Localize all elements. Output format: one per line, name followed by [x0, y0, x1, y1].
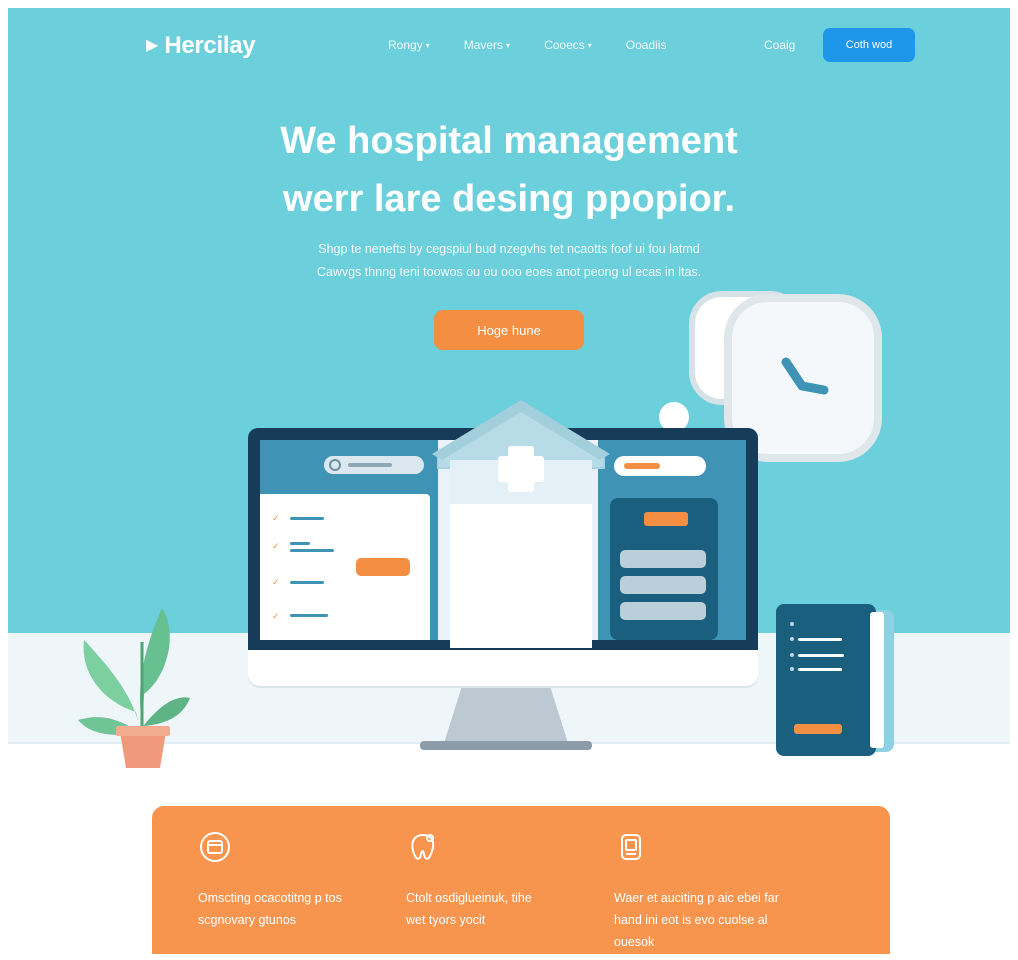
headline-line-2: werr lare desing ppopior.	[283, 178, 735, 220]
nav-item-cooecs[interactable]: Cooecs ▾	[544, 38, 592, 52]
monitor-stand-neck	[444, 688, 568, 743]
tooth-icon	[411, 834, 435, 860]
screen-orange-button	[356, 558, 410, 576]
nav-item-ooadiis[interactable]: Ooadiis	[626, 38, 667, 52]
clipboard-icon	[621, 834, 641, 860]
nav-item-label: Cooecs	[544, 38, 585, 52]
chevron-down-icon: ▾	[425, 40, 430, 50]
subtext-line-2: Cawvgs thnng teni toowos ou ou ooo eoes …	[316, 265, 702, 279]
nav-item-mavers[interactable]: Mavers ▾	[464, 38, 510, 52]
main-nav: Rongy ▾ Mavers ▾ Cooecs ▾ Ooadiis	[388, 38, 666, 52]
search-icon	[329, 459, 341, 471]
nav-item-rongy[interactable]: Rongy ▾	[388, 38, 430, 52]
monitor-stand-base	[420, 741, 592, 750]
feature-text: Omscting ocacotitng p tos scgnovary gtun…	[198, 891, 342, 927]
nav-item-label: Mavers	[463, 38, 504, 52]
hero-subtext: Shgp te nenefts by cegspiul bud nzegvhs …	[8, 238, 1010, 284]
check-icon: ✓	[272, 577, 280, 587]
features-band: Omscting ocacotitng p tos scgnovary gtun…	[152, 806, 890, 954]
screen-left-panel: ✓ ✓ ✓ ✓	[260, 440, 438, 640]
login-link[interactable]: Coaig	[764, 38, 795, 52]
tablet-device-icon	[776, 604, 894, 756]
page-frame: ▶ Hercilay Rongy ▾ Mavers ▾ Cooecs ▾ Ooa…	[8, 8, 1010, 954]
feature-text: Waer et auciting p aic ebei far hand ini…	[614, 891, 779, 949]
nav-item-label: Rongy	[388, 38, 423, 52]
feature-card: Ctolt osdiglueinuk, tihe wet tyors yocit	[406, 830, 606, 931]
chevron-down-icon: ▾	[587, 40, 592, 50]
header-cta-button[interactable]: Coth wod	[823, 28, 915, 62]
potted-plant-icon	[78, 608, 190, 768]
check-icon: ✓	[272, 611, 280, 621]
brand-name: Hercilay	[164, 32, 256, 59]
play-arrow-icon: ▶	[146, 37, 159, 54]
nav-item-label: Ooadiis	[625, 38, 667, 52]
hospital-building-icon	[432, 400, 610, 648]
status-pill	[614, 456, 706, 476]
monitor-chin	[248, 650, 758, 686]
headline-line-1: We hospital management	[280, 120, 738, 162]
checklist-sheet: ✓ ✓ ✓ ✓	[260, 494, 430, 640]
brand-logo[interactable]: ▶ Hercilay	[146, 32, 256, 60]
feature-text: Ctolt osdiglueinuk, tihe wet tyors yocit	[406, 891, 532, 927]
feature-card: Waer et auciting p aic ebei far hand ini…	[614, 830, 844, 953]
menu-card	[610, 498, 718, 640]
hero-headline: We hospital management werr lare desing …	[8, 112, 1010, 228]
check-icon: ✓	[272, 513, 280, 523]
feature-card: Omscting ocacotitng p tos scgnovary gtun…	[198, 830, 398, 931]
hero-cta-button[interactable]: Hoge hune	[434, 310, 584, 350]
screen-right-panel	[598, 440, 746, 640]
search-bar	[324, 456, 424, 474]
subtext-line-1: Shgp te nenefts by cegspiul bud nzegvhs …	[318, 242, 700, 256]
check-icon: ✓	[272, 541, 280, 551]
calendar-icon	[200, 832, 230, 862]
chevron-down-icon: ▾	[506, 40, 511, 50]
